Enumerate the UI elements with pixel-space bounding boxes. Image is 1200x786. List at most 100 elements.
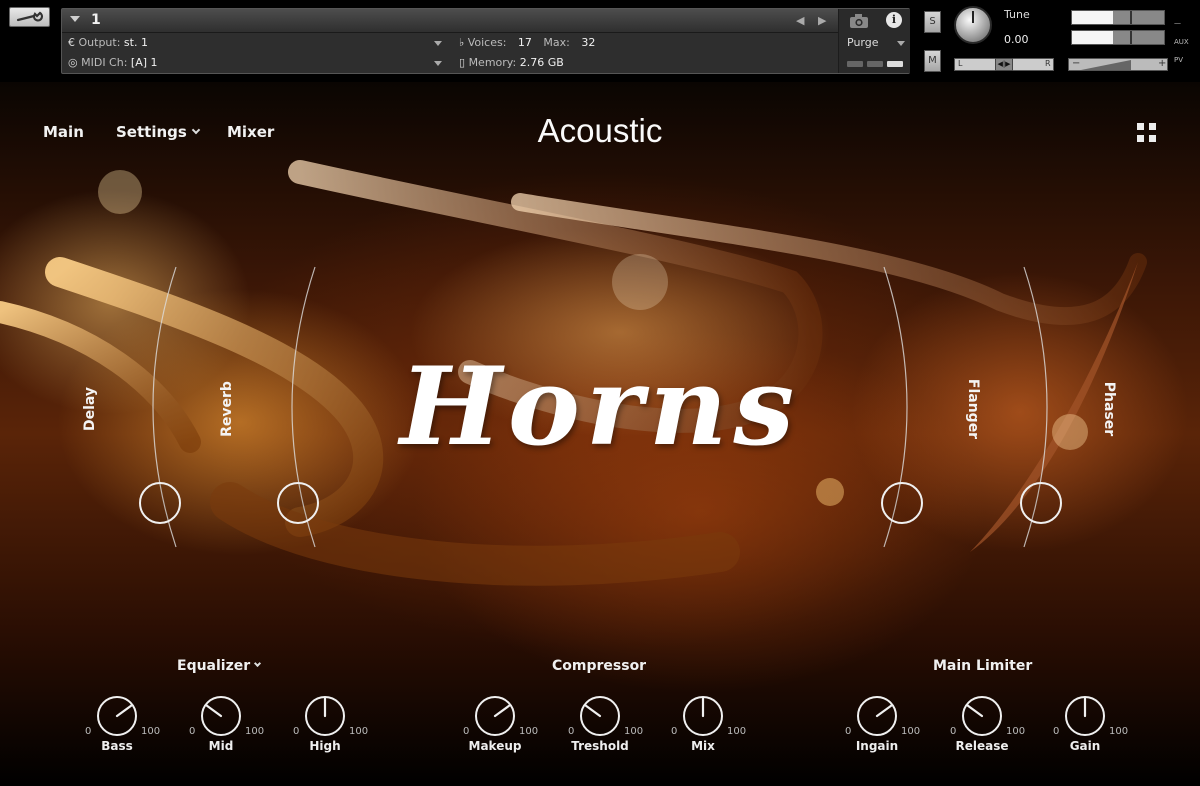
equalizer-dropdown[interactable]: Equalizer <box>177 658 262 674</box>
instrument-title-bar: 1 ◀ ▶ <box>62 9 838 33</box>
knob-label: Makeup <box>468 739 522 753</box>
instrument-number: 1 <box>91 12 101 28</box>
collapse-caret-icon[interactable] <box>70 16 80 22</box>
meter-peak <box>1130 11 1132 24</box>
max-voices-label: Max: <box>543 36 570 49</box>
output-dropdown-icon[interactable] <box>434 41 442 46</box>
solo-button[interactable]: S <box>924 11 941 33</box>
compressor-title: Compressor <box>552 658 647 674</box>
next-instrument-icon[interactable]: ▶ <box>818 14 826 27</box>
midi-row[interactable]: ◎ MIDI Ch: [A] 1 <box>68 56 158 69</box>
volume-minus: − <box>1072 58 1081 69</box>
knob-label: Treshold <box>571 739 629 753</box>
knob-label: Release <box>955 739 1009 753</box>
pan-right-label: R <box>1045 59 1051 68</box>
knob-max-label: 100 <box>624 726 644 737</box>
knob-treshold[interactable] <box>578 694 622 738</box>
knob-min-label: 0 <box>950 726 957 737</box>
knob-dial-icon <box>962 696 1002 736</box>
memory-value: 2.76 GB <box>519 56 564 69</box>
aux-button[interactable]: AUX <box>1174 38 1189 46</box>
level-meter-left <box>1071 10 1165 25</box>
knob-max-label: 100 <box>141 726 161 737</box>
tune-knob[interactable] <box>954 6 992 44</box>
knob-dial-icon <box>857 696 897 736</box>
midi-value: [A] 1 <box>130 56 158 69</box>
knob-max-label: 100 <box>1109 726 1129 737</box>
knob-label: High <box>309 739 341 753</box>
pan-slider[interactable]: L ◀|▶ R <box>954 58 1054 71</box>
knob-dial-icon <box>1065 696 1105 736</box>
knob-label: Gain <box>1069 739 1101 753</box>
tune-value[interactable]: 0.00 <box>1004 33 1029 46</box>
instrument-rack: 1 ◀ ▶ € Output: st. 1 ◎ MIDI Ch: [A] 1 ♭… <box>61 8 910 74</box>
knob-mix[interactable] <box>681 694 725 738</box>
knob-ingain[interactable] <box>855 694 899 738</box>
meter-peak <box>1130 31 1132 44</box>
knob-high[interactable] <box>303 694 347 738</box>
knob-min-label: 0 <box>85 726 92 737</box>
instrument-title: Acoustic <box>537 112 663 149</box>
knob-min-label: 0 <box>845 726 852 737</box>
knob-release[interactable] <box>960 694 1004 738</box>
volume-slider[interactable]: − + <box>1068 58 1168 71</box>
knob-mid[interactable] <box>199 694 243 738</box>
knob-label: Bass <box>101 739 133 753</box>
delay-toggle[interactable] <box>139 482 181 524</box>
output-row[interactable]: € Output: st. 1 <box>68 36 148 49</box>
flanger-label: Flanger <box>965 378 981 440</box>
reverb-toggle[interactable] <box>277 482 319 524</box>
knob-dial-icon <box>580 696 620 736</box>
volume-ramp <box>1081 60 1131 70</box>
memory-icon: ▯ <box>459 56 466 69</box>
knob-min-label: 0 <box>293 726 300 737</box>
knob-min-label: 0 <box>568 726 575 737</box>
knob-max-label: 100 <box>245 726 265 737</box>
delay-label: Delay <box>82 386 98 432</box>
voices-label: Voices: <box>467 36 507 49</box>
knob-max-label: 100 <box>901 726 921 737</box>
max-voices-value[interactable]: 32 <box>581 36 595 49</box>
camera-icon[interactable] <box>849 13 869 29</box>
grid-menu-icon[interactable] <box>1137 123 1157 143</box>
meter-fill <box>1072 31 1114 44</box>
knob-max-label: 100 <box>727 726 747 737</box>
knob-makeup[interactable] <box>473 694 517 738</box>
knob-dial-icon <box>201 696 241 736</box>
knob-min-label: 0 <box>189 726 196 737</box>
led-indicator <box>867 61 883 67</box>
reverb-label: Reverb <box>219 381 235 437</box>
knob-gain[interactable] <box>1063 694 1107 738</box>
knob-label: Mix <box>691 739 715 753</box>
flanger-toggle[interactable] <box>881 482 923 524</box>
knob-dial-icon <box>475 696 515 736</box>
voices-value: 17 <box>517 36 532 49</box>
tune-label: Tune <box>1004 8 1030 21</box>
voices-row: ♭ Voices: 17 Max: 32 <box>459 36 595 49</box>
knob-min-label: 0 <box>1053 726 1060 737</box>
horns-logo: Horns <box>399 344 801 470</box>
phaser-toggle[interactable] <box>1020 482 1062 524</box>
knob-max-label: 100 <box>349 726 369 737</box>
knob-dial-icon <box>305 696 345 736</box>
midi-icon: ◎ <box>68 56 78 69</box>
knob-bass[interactable] <box>95 694 139 738</box>
pv-button[interactable]: PV <box>1174 56 1183 64</box>
pan-handle[interactable]: ◀|▶ <box>995 58 1013 71</box>
purge-button[interactable]: Purge <box>847 36 879 49</box>
meter-fill <box>1072 11 1114 24</box>
knob-dial-icon <box>683 696 723 736</box>
memory-label: Memory: <box>468 56 517 69</box>
mute-button[interactable]: M <box>924 50 941 72</box>
level-meter-right <box>1071 30 1165 45</box>
midi-label: MIDI Ch: <box>81 56 128 69</box>
wrench-button[interactable] <box>9 7 50 27</box>
prev-instrument-icon[interactable]: ◀ <box>796 14 804 27</box>
midi-dropdown-icon[interactable] <box>434 61 442 66</box>
purge-dropdown-icon[interactable] <box>897 41 905 46</box>
knob-max-label: 100 <box>1006 726 1026 737</box>
knob-label: Mid <box>208 739 234 753</box>
info-icon[interactable]: i <box>886 12 902 28</box>
output-icon: € <box>68 36 75 49</box>
main-limiter-title: Main Limiter <box>933 658 1033 674</box>
